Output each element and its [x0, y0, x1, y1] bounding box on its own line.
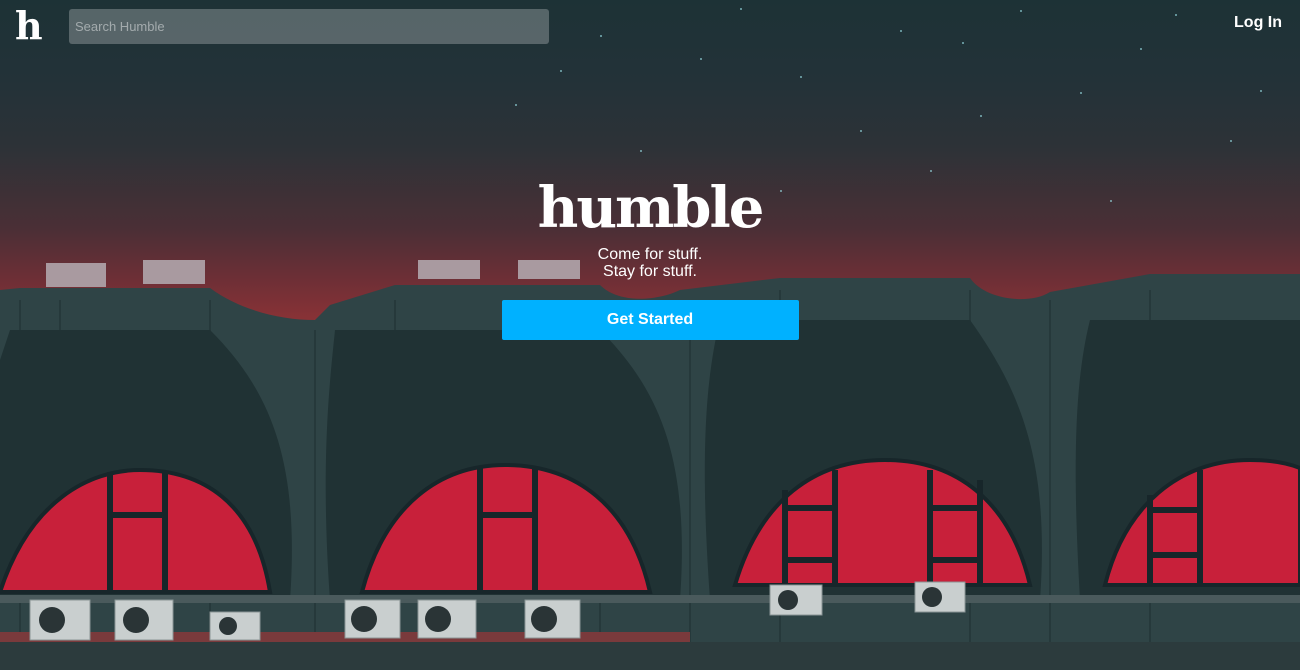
tagline-line-2: Stay for stuff.	[603, 263, 697, 280]
get-started-button[interactable]: Get Started	[501, 300, 799, 340]
brand-wordmark: humble	[537, 175, 765, 241]
tagline-line-1: Come for stuff.	[597, 246, 703, 263]
landing-page: h Log In humble Come for stuff. Stay for…	[0, 0, 1300, 670]
humble-logo[interactable]: h	[15, 6, 43, 46]
login-link[interactable]: Log In	[1234, 14, 1282, 32]
search-input[interactable]	[69, 9, 549, 44]
hero-section: humble Come for stuff. Stay for stuff. G…	[0, 170, 1300, 340]
